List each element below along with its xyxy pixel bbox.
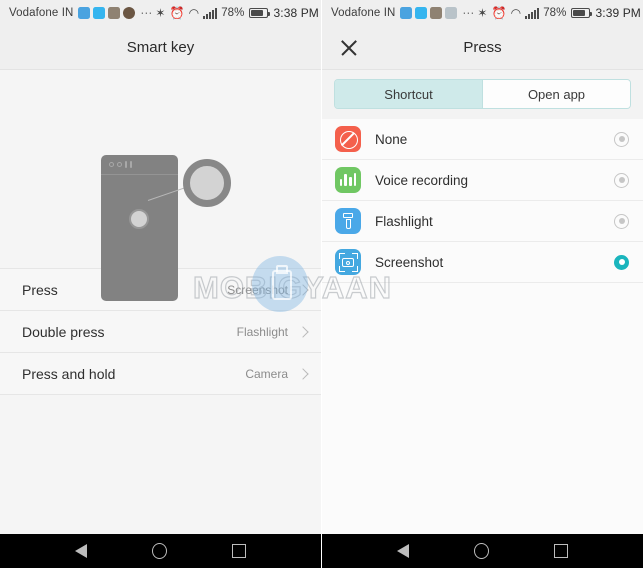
wifi-icon: ◠ [188,6,200,20]
android-navigation-bar [0,534,321,568]
row-label: Double press [22,323,105,340]
phone-body [101,155,178,301]
status-bar: Vodafone IN ⋯ ✶ ⏰ ◠ 78% 3:39 PM [322,0,643,26]
row-label: Press and hold [22,365,116,382]
photo-notification-icon [400,7,413,19]
status-bar: Vodafone IN ⋯ ✶ ⏰ ◠ 78% 3:38 PM [0,0,321,26]
row-value: Screenshot [227,282,288,297]
back-icon[interactable] [74,544,87,558]
row-value: Camera [245,366,288,381]
recents-icon[interactable] [232,544,247,558]
battery-icon [570,8,592,18]
bluetooth-icon: ✶ [155,6,166,20]
battery-percent-label: 78% [221,7,245,19]
contact-avatar-icon [123,7,136,19]
phone-camera-dots-icon [109,161,132,168]
option-flashlight[interactable]: Flashlight [322,201,643,242]
battery-percent-label: 78% [543,7,567,19]
row-press-and-hold[interactable]: Press and hold Camera [0,353,321,395]
alarm-icon: ⏰ [491,6,507,20]
fingerprint-sensor [129,209,149,229]
carrier-label: Vodafone IN [9,7,74,19]
page-title: Smart key [126,39,195,56]
clock-label: 3:39 PM [595,6,641,20]
carrier-label: Vodafone IN [331,7,396,19]
camera-icon [335,249,361,275]
equalizer-icon [335,167,361,193]
flashlight-icon [335,208,361,234]
phone-top-strip [101,155,178,175]
chevron-right-icon [297,367,309,380]
status-bar-right: ✶ ⏰ ◠ 78% 3:39 PM [477,6,641,20]
option-screenshot[interactable]: Screenshot [322,242,643,283]
wifi-icon: ◠ [510,6,522,20]
android-navigation-bar [322,534,643,568]
empty-area [0,395,321,534]
status-bar-right: ✶ ⏰ ◠ 78% 3:38 PM [155,6,319,20]
left-screen-smart-key: Vodafone IN ⋯ ✶ ⏰ ◠ 78% 3:38 PM Smart ke… [0,0,321,568]
battery-icon [248,8,270,18]
overflow-dots-icon: ⋯ [462,6,476,20]
radio-button-screenshot[interactable] [614,254,629,270]
dual-screenshot-container: Vodafone IN ⋯ ✶ ⏰ ◠ 78% 3:38 PM Smart ke… [0,0,643,568]
clock-label: 3:38 PM [273,6,319,20]
row-label: Press [22,281,58,298]
title-bar: Smart key [0,26,321,70]
close-icon[interactable] [338,37,360,59]
back-icon[interactable] [396,544,409,558]
phone-back-fingerprint-illustration [0,70,321,301]
segmented-tab-control: Shortcut Open app [334,79,631,109]
chevron-right-icon [297,283,309,296]
prohibition-icon [335,126,361,152]
page-title: Press [463,39,502,56]
empty-area [322,283,643,534]
overflow-dots-icon: ⋯ [140,6,154,20]
home-icon[interactable] [473,543,489,559]
message-notification-icon [415,7,428,19]
tab-shortcut[interactable]: Shortcut [335,80,482,108]
shortcut-option-list: None Voice recording Flashlight Screensh… [322,119,643,283]
option-none[interactable]: None [322,119,643,160]
signal-icon [203,7,218,19]
option-voice-recording[interactable]: Voice recording [322,160,643,201]
radio-button-flashlight[interactable] [614,213,629,229]
screenshot-notification-icon [445,7,458,19]
radio-button-voice-recording[interactable] [614,172,629,188]
notification-icons: ⋯ [400,7,477,19]
option-label: None [375,131,408,147]
chevron-right-icon [297,325,309,338]
right-screen-press-options: Vodafone IN ⋯ ✶ ⏰ ◠ 78% 3:39 PM Press Sh… [321,0,643,568]
fingerprint-sensor-callout [183,159,231,207]
row-double-press[interactable]: Double press Flashlight [0,311,321,353]
photo-notification-icon [78,7,91,19]
row-value: Flashlight [236,324,288,339]
signal-icon [525,7,540,19]
option-label: Flashlight [375,213,433,229]
radio-button-none[interactable] [614,131,629,147]
tab-bar-container: Shortcut Open app [322,70,643,119]
recents-icon[interactable] [554,544,569,558]
alarm-icon: ⏰ [169,6,185,20]
home-icon[interactable] [151,543,167,559]
gallery-notification-icon [430,7,443,19]
option-label: Screenshot [375,254,444,270]
title-bar: Press [322,26,643,70]
gallery-notification-icon [108,7,121,19]
bluetooth-icon: ✶ [477,6,488,20]
option-label: Voice recording [375,172,469,188]
notification-icons: ⋯ [78,7,155,19]
tab-open-app[interactable]: Open app [482,80,630,108]
message-notification-icon [93,7,106,19]
